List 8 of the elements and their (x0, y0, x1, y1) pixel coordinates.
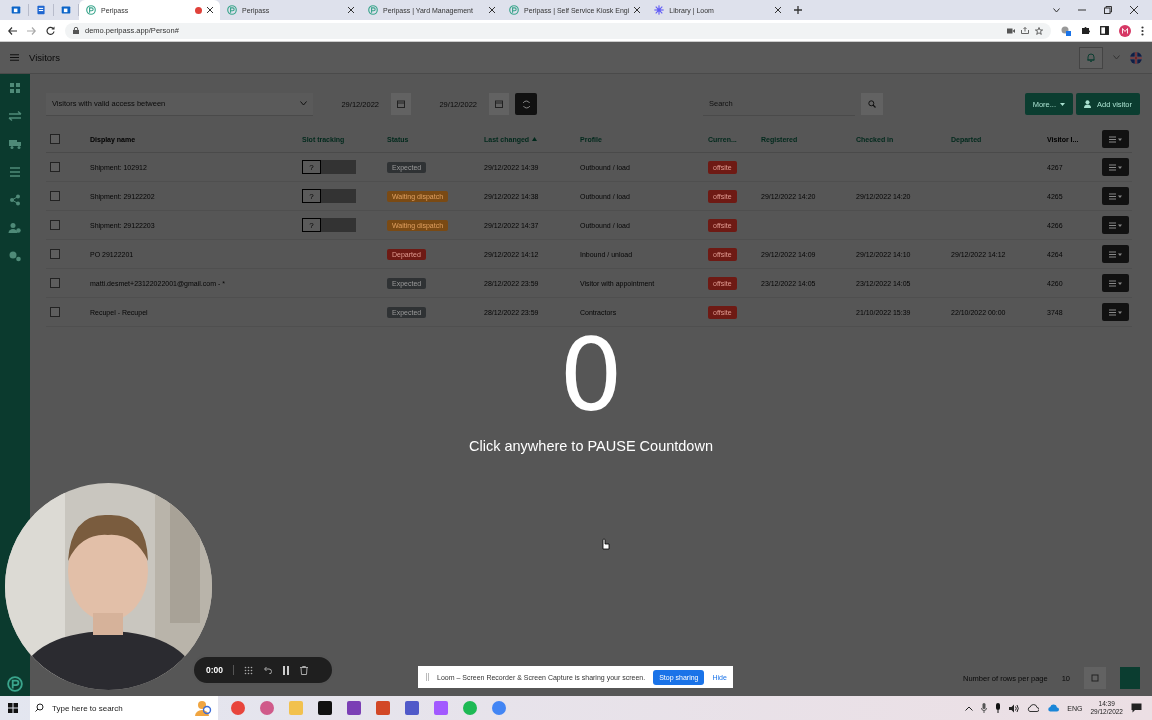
taskbar-search-field[interactable]: Type here to search (48, 696, 188, 720)
slot-tracking-bar: ? (302, 160, 356, 174)
page-title: Visitors (29, 52, 60, 63)
countdown-number: 0 (559, 326, 623, 426)
countdown-hint: Click anywhere to PAUSE Countdown (469, 438, 713, 454)
slot-tracking-bar: ? (302, 189, 356, 203)
slot-tracking-bar: ? (302, 218, 356, 232)
recording-timer: 0:00 (206, 665, 234, 675)
